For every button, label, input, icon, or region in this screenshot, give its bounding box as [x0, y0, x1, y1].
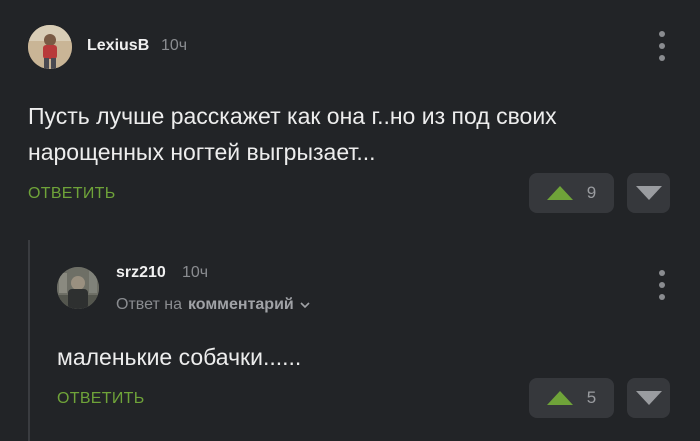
avatar[interactable] [28, 25, 72, 69]
rating-count: 5 [586, 388, 597, 407]
comment-text: маленькие собачки...... [57, 344, 302, 370]
upvote-button[interactable]: 5 [529, 378, 614, 418]
comment-time: 10ч [161, 37, 188, 54]
comment: LexiusB 10ч Пусть лучше расскажет как он… [0, 0, 700, 230]
triangle-up-icon [546, 391, 573, 405]
upvote-button[interactable]: 9 [529, 173, 614, 213]
reply-to-link[interactable]: Ответ на комментарий [116, 296, 310, 314]
kebab-menu-icon[interactable] [657, 31, 667, 61]
triangle-down-icon [635, 186, 662, 200]
kebab-menu-icon[interactable] [657, 270, 667, 300]
rating-count: 9 [586, 183, 597, 202]
downvote-button[interactable] [627, 378, 670, 418]
reply-button[interactable]: ОТВЕТИТЬ [57, 390, 145, 408]
author-name[interactable]: srz210 [116, 264, 166, 282]
comment-text: Пусть лучше расскажет как она г..но из п… [28, 103, 557, 165]
chevron-down-icon [300, 302, 310, 309]
downvote-button[interactable] [627, 173, 670, 213]
triangle-up-icon [546, 186, 573, 200]
avatar[interactable] [57, 267, 99, 309]
triangle-down-icon [635, 391, 662, 405]
comment-time: 10ч [182, 264, 209, 281]
author-name[interactable]: LexiusB [87, 37, 149, 55]
reply-button[interactable]: ОТВЕТИТЬ [28, 185, 116, 203]
reply-to-target: комментарий [187, 296, 294, 313]
reply-to-prefix: Ответ на [116, 296, 182, 313]
